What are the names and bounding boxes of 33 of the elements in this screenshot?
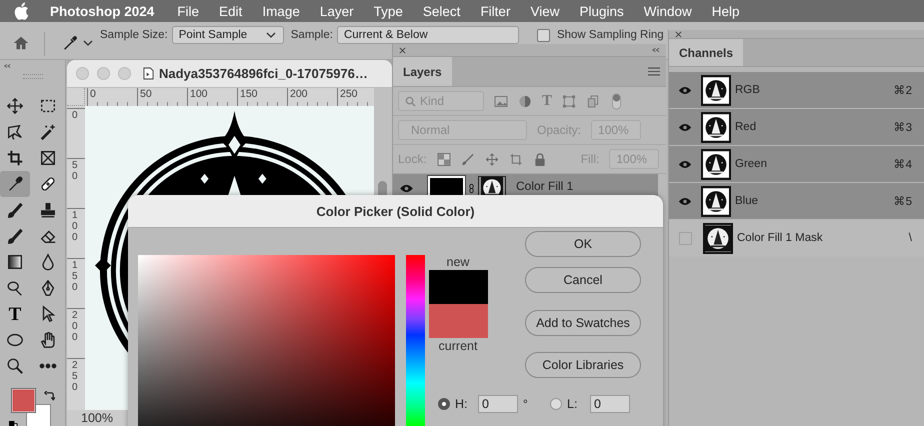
ruler-label: 150	[72, 260, 79, 293]
layer-name: Color Fill 1	[516, 179, 574, 193]
channel-name: Green	[735, 158, 768, 170]
current-label: current	[438, 338, 478, 354]
shortcut-label: ⌘3	[894, 121, 912, 134]
sample-label: Sample:	[290, 28, 333, 43]
sampling-ring-label: Show Sampling Ring	[556, 28, 664, 43]
shortcut-label: ⌘5	[894, 195, 912, 208]
channel-name: Color Fill 1 Mask	[737, 232, 824, 244]
ruler-label: 100	[72, 210, 79, 243]
sample-size-label: Sample Size:	[100, 28, 168, 43]
unit-label: °	[523, 397, 528, 411]
ruler-label: 150	[240, 88, 258, 100]
ruler-label: 200	[290, 88, 308, 100]
channel-name: Red	[735, 121, 758, 133]
ruler-label: 100	[190, 88, 208, 100]
shortcut-label: ⌘4	[894, 158, 912, 171]
type-icon: T	[8, 304, 22, 324]
dialog-title: Color Picker (Solid Color)	[316, 204, 475, 218]
ruler-label: 50	[72, 160, 79, 182]
shortcut-label: ⌘2	[894, 84, 912, 97]
field-label: H:	[455, 397, 468, 411]
new-label: new	[446, 254, 470, 270]
channel-name: RGB	[735, 84, 761, 96]
field-label: L:	[567, 397, 578, 411]
ruler-label: 0	[72, 110, 79, 121]
ruler-label: 250	[340, 88, 358, 100]
ruler-label: 0	[90, 88, 96, 100]
ruler-label: 250	[72, 360, 79, 393]
shortcut-label: \	[908, 232, 912, 244]
ruler-label: 50	[140, 88, 152, 100]
channel-name: Blue	[735, 195, 760, 207]
ruler-label: 200	[72, 310, 79, 343]
